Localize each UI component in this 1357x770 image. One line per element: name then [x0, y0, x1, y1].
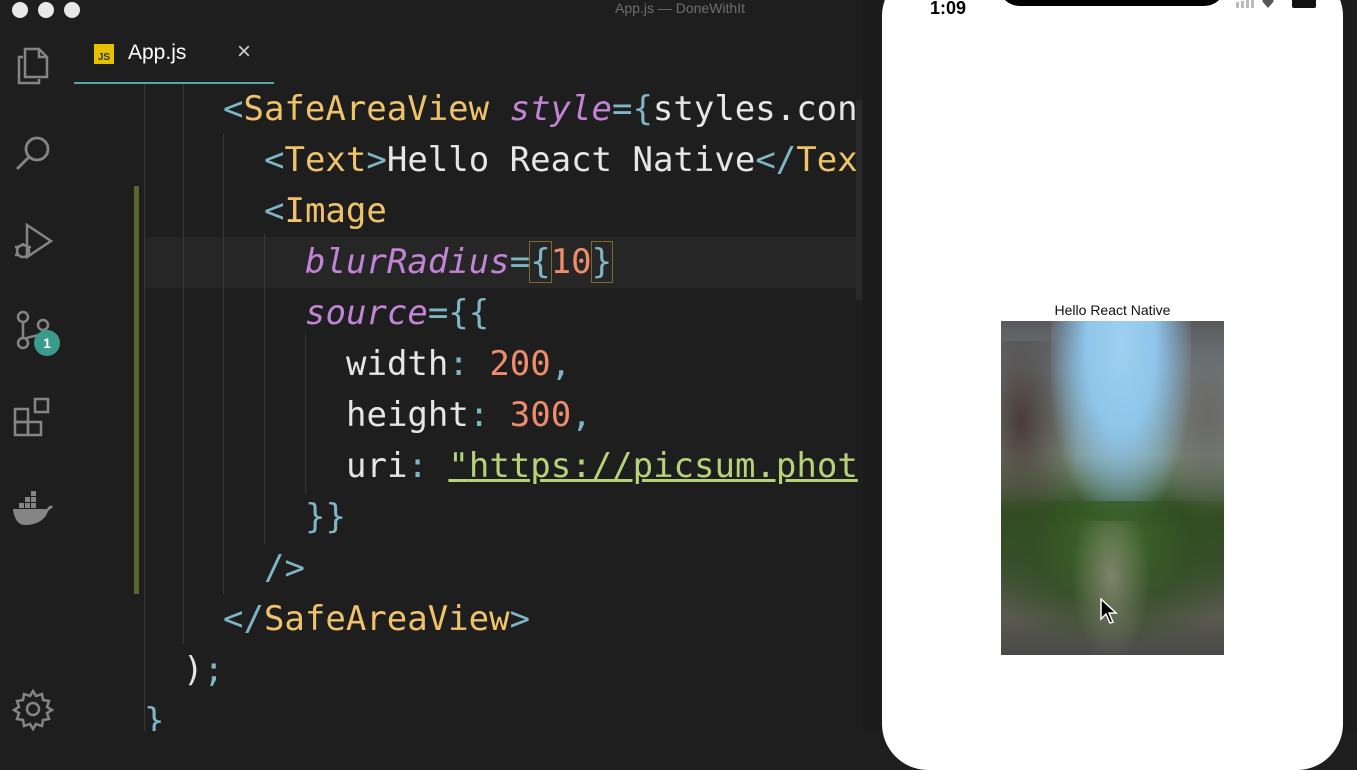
code-line: /> [264, 548, 305, 588]
phone-notch [998, 0, 1226, 6]
minimize-window-button[interactable] [38, 2, 54, 18]
code-line: width: 200, [346, 344, 572, 384]
mouse-pointer-icon [1100, 598, 1118, 624]
docker-icon[interactable] [10, 486, 56, 532]
battery-icon [1292, 0, 1316, 8]
window-title: App.js — DoneWithIt [615, 0, 745, 16]
indent-guide [223, 134, 224, 594]
status-icons [1236, 0, 1316, 8]
phone-screen[interactable]: 1:09 Hello React Native [882, 0, 1343, 770]
code-content: <SafeAreaView style={styles.con <Text>He… [68, 84, 858, 731]
code-line: source={{ [305, 293, 490, 333]
code-line: ); [183, 650, 224, 690]
code-line: uri: "https://picsum.phot [346, 446, 858, 486]
search-icon[interactable] [10, 130, 56, 176]
ios-simulator: 1:09 Hello React Native [862, 0, 1357, 770]
code-line: } [144, 701, 165, 731]
window-controls [12, 2, 80, 18]
code-line: blurRadius={10} [305, 241, 614, 283]
code-line: <SafeAreaView style={styles.con [223, 89, 858, 129]
wifi-icon [1262, 0, 1274, 8]
extensions-icon[interactable] [10, 394, 56, 440]
maximize-window-button[interactable] [64, 2, 80, 18]
code-line: <Text>Hello React Native</Tex [264, 140, 858, 180]
hello-text: Hello React Native [1054, 302, 1171, 318]
files-icon[interactable] [10, 42, 56, 88]
status-time: 1:09 [930, 0, 967, 18]
tab-label: App.js [128, 41, 187, 64]
code-line: <Image [264, 191, 387, 231]
js-file-icon: JS [94, 44, 114, 64]
close-window-button[interactable] [12, 2, 28, 18]
activity-bar: 1 [0, 0, 68, 731]
code-line: height: 300, [346, 395, 592, 435]
tab-app-js[interactable]: JS App.js × [74, 30, 274, 84]
source-control-badge: 1 [34, 330, 60, 356]
indent-guide [183, 84, 184, 644]
close-icon[interactable]: × [237, 38, 251, 66]
code-editor[interactable]: <SafeAreaView style={styles.con <Text>He… [68, 84, 862, 731]
indent-guide [305, 334, 306, 494]
gear-icon[interactable] [10, 686, 56, 732]
signal-icon [1236, 0, 1254, 8]
code-line: </SafeAreaView> [223, 599, 531, 639]
code-line: }} [305, 497, 346, 537]
run-debug-icon[interactable] [10, 218, 56, 264]
indent-guide [264, 234, 265, 544]
